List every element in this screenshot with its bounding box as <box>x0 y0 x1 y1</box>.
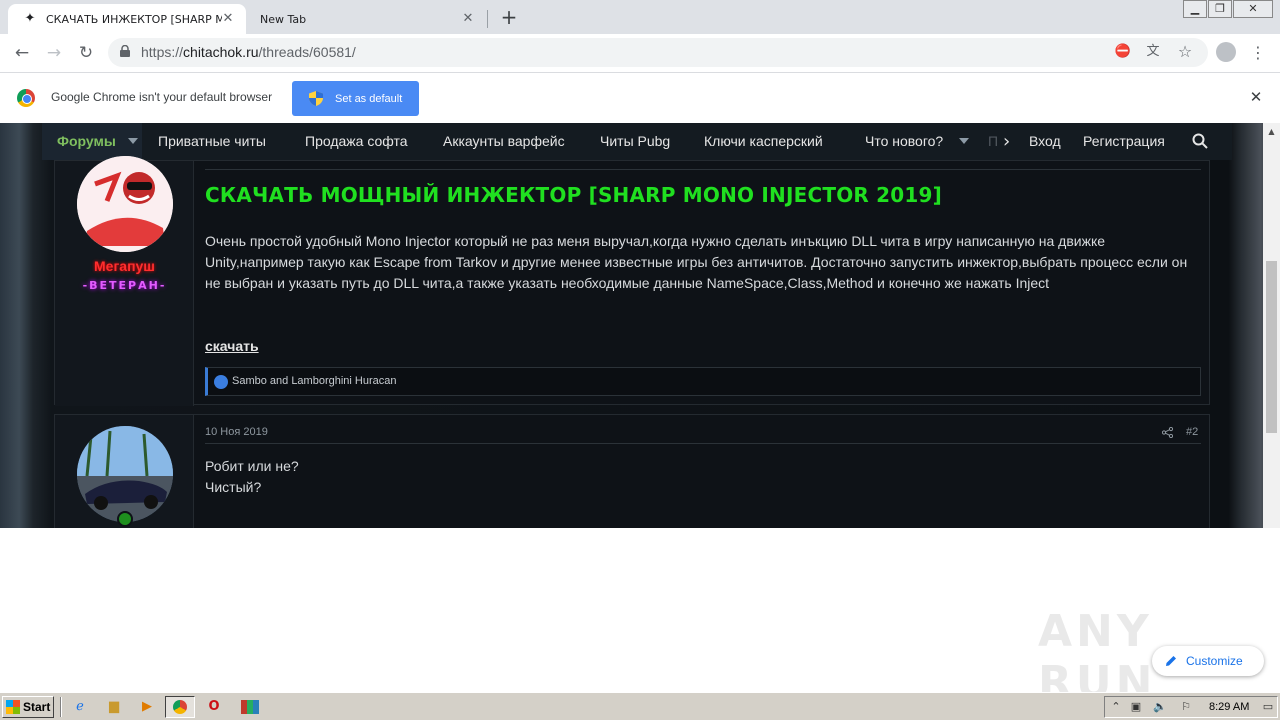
tray-expand-icon[interactable]: ⌃ <box>1109 700 1123 714</box>
back-arrow-icon[interactable]: ← <box>11 42 33 64</box>
tab-strip: ✦ СКАЧАТЬ ИНЖЕКТОР [SHARP MONO INJECTOR … <box>0 0 1280 34</box>
tab-new-tab[interactable]: New Tab ✕ <box>246 4 486 34</box>
nav-item-pubg-cheats[interactable]: Читы Pubg <box>600 133 670 149</box>
default-browser-infobar: Google Chrome isn't your default browser… <box>0 72 1280 123</box>
forum-navigation: Форумы Приватные читы Продажа софта Акка… <box>42 123 1232 160</box>
new-tab-button[interactable]: + <box>498 6 520 28</box>
reactions-text[interactable]: Sambo and Lamborghini Huracan <box>232 375 397 387</box>
internet-explorer-icon[interactable]: ℯ <box>70 697 90 717</box>
action-center-flag-icon[interactable]: ⚐ <box>1179 700 1193 714</box>
system-tray: ⌃ ▣ 🔈 ⚐ 8:29 AM ▭ <box>1104 696 1278 718</box>
maximize-window-button[interactable]: ❐ <box>1208 0 1232 18</box>
like-icon <box>214 375 228 389</box>
browser-toolbar: ← → ↻ https://chitachok.ru/threads/60581… <box>0 34 1280 72</box>
url-text: https://chitachok.ru/threads/60581/ <box>141 44 356 60</box>
minimize-window-button[interactable]: ▁ <box>1183 0 1207 18</box>
avatar-image <box>77 156 173 252</box>
avatar[interactable] <box>77 156 173 252</box>
post-meta-divider <box>205 169 1201 170</box>
folder-icon[interactable]: ▆ <box>104 697 124 717</box>
windows-taskbar: Start ℯ ▆ ▶ O ⌃ ▣ 🔈 ⚐ 8:29 AM ▭ <box>0 692 1280 720</box>
post-body-line: Чистый? <box>205 479 262 495</box>
register-link[interactable]: Регистрация <box>1083 133 1165 149</box>
nav-item-software-sale[interactable]: Продажа софта <box>305 133 408 149</box>
post-meta-divider <box>205 443 1201 444</box>
chrome-logo-icon <box>17 89 35 107</box>
post-date[interactable]: 10 Ноя 2019 <box>205 426 268 438</box>
post-body: Очень простой удобный Mono Injector кото… <box>205 233 1188 291</box>
chrome-taskbar-icon[interactable] <box>165 696 195 718</box>
profile-avatar-icon[interactable] <box>1216 42 1236 62</box>
username[interactable]: Мегапуш <box>55 258 194 274</box>
tab-active[interactable]: ✦ СКАЧАТЬ ИНЖЕКТОР [SHARP MONO INJECTOR … <box>8 4 246 34</box>
close-tab-icon[interactable]: ✕ <box>460 11 476 27</box>
nav-item-kaspersky-keys[interactable]: Ключи касперский <box>704 133 823 149</box>
nav-item-private-cheats[interactable]: Приватные читы <box>158 133 266 149</box>
address-bar[interactable]: https://chitachok.ru/threads/60581/ ⛔ 文 … <box>108 38 1208 67</box>
tab-title: СКАЧАТЬ ИНЖЕКТОР [SHARP MONO INJECTOR 20… <box>46 12 222 26</box>
login-link[interactable]: Вход <box>1029 133 1061 149</box>
chevron-down-icon[interactable] <box>128 138 138 144</box>
start-label: Start <box>23 700 51 714</box>
chevron-down-icon[interactable] <box>959 138 969 144</box>
site-favicon-icon: ✦ <box>24 11 36 26</box>
set-as-default-label: Set as default <box>335 92 403 105</box>
reactions-bar: Sambo and Lamborghini Huracan <box>205 367 1201 396</box>
post-first: Мегапуш -ВЕТЕРАН- СКАЧАТЬ МОЩНЫЙ ИНЖЕКТО… <box>54 156 1210 406</box>
post-number-link[interactable]: #2 <box>1186 426 1198 438</box>
bookmark-star-icon[interactable]: ☆ <box>1176 43 1194 61</box>
customize-label: Customize <box>1186 654 1243 668</box>
page-viewport: Форумы Приватные читы Продажа софта Акка… <box>0 123 1280 528</box>
search-icon[interactable] <box>1192 133 1208 149</box>
share-icon[interactable] <box>1162 427 1173 438</box>
nav-item-truncated[interactable]: П <box>988 133 998 149</box>
media-player-icon[interactable]: ▶ <box>137 697 157 717</box>
set-as-default-button[interactable]: Set as default <box>292 81 419 116</box>
forward-arrow-icon[interactable]: → <box>43 42 65 64</box>
avatar[interactable] <box>77 426 173 522</box>
show-desktop-icon[interactable]: ▭ <box>1261 700 1275 714</box>
chrome-menu-icon[interactable]: ⋮ <box>1250 42 1266 64</box>
post-body-line: Робит или не? <box>205 458 299 474</box>
tab-separator <box>487 10 488 28</box>
blocked-popup-icon[interactable]: ⛔ <box>1114 43 1132 61</box>
chevron-right-icon[interactable]: › <box>1003 131 1010 152</box>
nav-item-warface-accounts[interactable]: Аккаунты варфейс <box>443 133 565 149</box>
thread-title: СКАЧАТЬ МОЩНЫЙ ИНЖЕКТОР [SHARP MONO INJE… <box>205 183 942 207</box>
tab-title: New Tab <box>260 12 307 26</box>
start-button[interactable]: Start <box>2 696 54 718</box>
download-link[interactable]: скачать <box>205 338 259 354</box>
close-window-button[interactable]: ✕ <box>1233 0 1273 18</box>
close-tab-icon[interactable]: ✕ <box>220 11 236 27</box>
user-title-badge: -ВЕТЕРАН- <box>82 279 167 292</box>
post-user-column: Мегапуш -ВЕТЕРАН- <box>55 156 194 406</box>
scroll-up-arrow-icon[interactable]: ▲ <box>1263 125 1280 139</box>
volume-icon[interactable]: 🔈 <box>1153 700 1167 714</box>
scroll-thumb[interactable] <box>1266 261 1277 433</box>
post-user-column <box>55 415 194 528</box>
windows-logo-icon <box>6 700 20 714</box>
uac-shield-icon <box>309 91 323 106</box>
reload-icon[interactable]: ↻ <box>75 42 97 64</box>
pencil-icon <box>1166 656 1176 666</box>
infobar-message: Google Chrome isn't your default browser <box>51 90 273 104</box>
customize-button[interactable]: Customize <box>1152 646 1264 676</box>
post-reply: 10 Ноя 2019 #2 Робит или не? Чистый? <box>54 414 1210 528</box>
clock[interactable]: 8:29 AM <box>1209 701 1249 713</box>
translate-icon[interactable]: 文 <box>1144 43 1162 61</box>
close-infobar-icon[interactable]: ✕ <box>1248 89 1264 105</box>
network-icon[interactable]: ▣ <box>1129 700 1143 714</box>
opera-icon[interactable]: O <box>204 697 224 717</box>
app-grid-icon[interactable] <box>235 697 265 717</box>
taskbar-separator <box>60 697 62 717</box>
lock-icon <box>120 45 130 57</box>
nav-item-forums[interactable]: Форумы <box>57 133 116 149</box>
online-status-icon <box>117 511 133 527</box>
nav-item-whats-new[interactable]: Что нового? <box>865 133 943 149</box>
avatar-image <box>77 426 173 522</box>
